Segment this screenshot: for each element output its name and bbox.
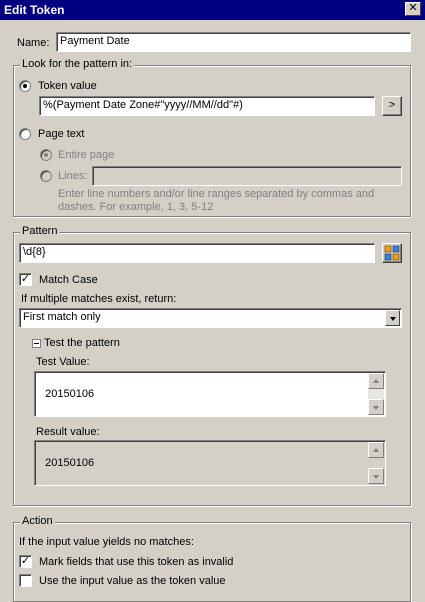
use-input-label: Use the input value as the token value xyxy=(39,575,226,587)
multiple-matches-label: If multiple matches exist, return: xyxy=(21,293,177,305)
multiple-matches-value: First match only xyxy=(23,311,101,323)
scroll-up-icon[interactable] xyxy=(368,442,384,458)
use-input-checkbox[interactable] xyxy=(19,574,32,587)
token-expand-button[interactable]: > xyxy=(382,96,402,116)
pattern-legend: Pattern xyxy=(20,225,60,237)
page-text-label: Page text xyxy=(38,128,85,140)
result-value-output: 20150106 xyxy=(34,440,386,486)
action-legend: Action xyxy=(20,515,55,527)
mark-invalid-checkbox[interactable]: ✓ xyxy=(19,555,32,568)
test-value-input[interactable]: 20150106 xyxy=(34,371,386,417)
scroll-down-icon[interactable] xyxy=(368,468,384,484)
test-value-scrollbar[interactable] xyxy=(368,373,384,415)
scroll-up-icon[interactable] xyxy=(368,373,384,389)
window-title: Edit Token xyxy=(4,3,65,17)
test-value-label: Test Value: xyxy=(36,356,90,368)
result-value-scrollbar[interactable] xyxy=(368,442,384,484)
close-icon: ✕ xyxy=(408,2,418,14)
result-value-text: 20150106 xyxy=(45,457,95,469)
title-bar: Edit Token ✕ xyxy=(0,0,425,20)
multiple-matches-select[interactable]: First match only xyxy=(19,308,402,328)
result-value-label: Result value: xyxy=(36,426,100,438)
lines-help-line2: dashes. For example, 1, 3, 5-12 xyxy=(58,201,214,213)
look-for-legend: Look for the pattern in: xyxy=(20,58,135,70)
test-value-text: 20150106 xyxy=(45,388,95,400)
token-value-label: Token value xyxy=(38,80,97,92)
name-input[interactable]: Payment Date xyxy=(56,32,411,52)
lines-label: Lines: xyxy=(58,170,88,182)
pattern-builder-button[interactable] xyxy=(382,243,402,263)
lines-input[interactable] xyxy=(92,166,402,186)
mark-invalid-label: Mark fields that use this token as inval… xyxy=(39,556,234,568)
lines-help-line1: Enter line numbers and/or line ranges se… xyxy=(58,188,375,200)
token-value-radio[interactable] xyxy=(19,80,31,92)
name-label: Name: xyxy=(17,37,50,49)
close-button[interactable]: ✕ xyxy=(405,2,421,16)
match-case-label: Match Case xyxy=(39,274,98,286)
scroll-down-icon[interactable] xyxy=(368,399,384,415)
collapse-icon[interactable] xyxy=(32,339,41,348)
match-case-checkbox[interactable]: ✓ xyxy=(19,273,32,286)
test-pattern-header: Test the pattern xyxy=(44,337,120,349)
pattern-input[interactable]: \d{8} xyxy=(19,243,375,263)
page-text-radio[interactable] xyxy=(19,128,31,140)
dropdown-arrow-icon[interactable] xyxy=(385,310,400,326)
lines-radio[interactable] xyxy=(40,170,52,182)
token-value-input[interactable]: %(Payment Date Zone#"yyyy//MM//dd"#) xyxy=(39,96,375,116)
pattern-builder-icon xyxy=(384,245,400,261)
entire-page-label: Entire page xyxy=(58,149,115,161)
no-match-label: If the input value yields no matches: xyxy=(19,536,194,548)
entire-page-radio[interactable] xyxy=(40,149,52,161)
